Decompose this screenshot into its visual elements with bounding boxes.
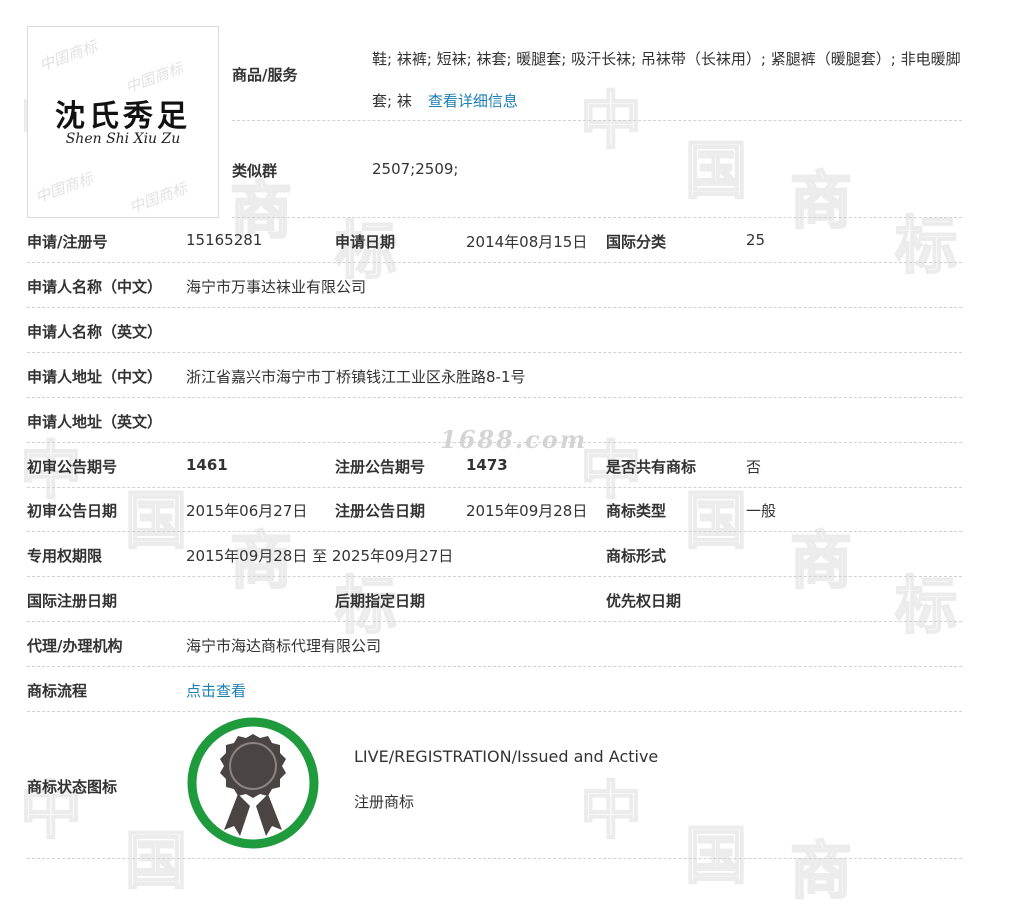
trademark-detail: 中国商标 中国商标 中国商标 中国商标 沈氏秀足 Shen Shi Xiu Zu… bbox=[0, 0, 1016, 880]
status-english: LIVE/REGISTRATION/Issued and Active bbox=[354, 747, 659, 766]
logo-watermark: 中国商标 bbox=[126, 179, 190, 217]
trademark-logo-image: 中国商标 中国商标 中国商标 中国商标 沈氏秀足 Shen Shi Xiu Zu bbox=[27, 26, 219, 218]
goods-label: 商品/服务 bbox=[232, 66, 298, 84]
similar-group-label: 类似群 bbox=[232, 162, 278, 180]
divider bbox=[27, 621, 962, 622]
intl-reg-date-label: 国际注册日期 bbox=[27, 592, 118, 610]
divider bbox=[27, 262, 962, 263]
divider bbox=[27, 531, 962, 532]
agent-value: 海宁市海达商标代理有限公司 bbox=[186, 637, 382, 655]
address-en-label: 申请人地址（英文） bbox=[27, 413, 163, 431]
view-details-link[interactable]: 查看详细信息 bbox=[428, 92, 518, 110]
tm-form-label: 商标形式 bbox=[606, 547, 667, 565]
tm-type-label: 商标类型 bbox=[606, 502, 667, 520]
reg-no-label: 申请/注册号 bbox=[27, 233, 108, 251]
divider bbox=[232, 120, 962, 121]
shared-value: 否 bbox=[746, 458, 762, 476]
prelim-date-value: 2015年06月27日 bbox=[186, 502, 308, 520]
apply-date-label: 申请日期 bbox=[335, 233, 396, 251]
divider bbox=[27, 397, 962, 398]
divider bbox=[27, 666, 962, 667]
applicant-cn-value: 海宁市万事达袜业有限公司 bbox=[186, 278, 367, 296]
address-cn-value: 浙江省嘉兴市海宁市丁桥镇钱江工业区永胜路8-1号 bbox=[186, 368, 526, 386]
logo-watermark: 中国商标 bbox=[32, 169, 96, 207]
priority-date-label: 优先权日期 bbox=[606, 592, 682, 610]
later-designation-label: 后期指定日期 bbox=[335, 592, 426, 610]
status-icon-label: 商标状态图标 bbox=[27, 778, 118, 796]
process-link[interactable]: 点击查看 bbox=[186, 680, 246, 701]
process-label: 商标流程 bbox=[27, 682, 88, 700]
logo-watermark: 中国商标 bbox=[36, 37, 100, 75]
divider bbox=[27, 352, 962, 353]
applicant-en-label: 申请人名称（英文） bbox=[27, 323, 163, 341]
reg-pub-no-value: 1473 bbox=[466, 456, 508, 474]
reg-pub-no-label: 注册公告期号 bbox=[335, 458, 426, 476]
divider bbox=[27, 442, 962, 443]
award-ribbon-icon bbox=[187, 717, 319, 849]
goods-value: 鞋; 袜裤; 短袜; 袜套; 暖腿套; 吸汗长袜; 吊袜带（长袜用）; 紧腿裤（… bbox=[372, 38, 964, 122]
divider bbox=[27, 487, 962, 488]
exclusive-period-value: 2015年09月28日 至 2025年09月27日 bbox=[186, 547, 454, 565]
logo-main-text: 沈氏秀足 bbox=[55, 99, 191, 134]
intl-class-label: 国际分类 bbox=[606, 233, 667, 251]
status-chinese: 注册商标 bbox=[354, 793, 415, 811]
applicant-cn-label: 申请人名称（中文） bbox=[27, 278, 163, 296]
apply-date-value: 2014年08月15日 bbox=[466, 233, 588, 251]
logo-sub-text: Shen Shi Xiu Zu bbox=[65, 131, 181, 147]
prelim-date-label: 初审公告日期 bbox=[27, 502, 118, 520]
intl-class-value: 25 bbox=[746, 231, 766, 249]
tm-type-value: 一般 bbox=[746, 502, 777, 520]
agent-label: 代理/办理机构 bbox=[27, 637, 123, 655]
prelim-no-label: 初审公告期号 bbox=[27, 458, 118, 476]
prelim-no-value: 1461 bbox=[186, 456, 228, 474]
divider bbox=[27, 858, 962, 859]
reg-pub-date-label: 注册公告日期 bbox=[335, 502, 426, 520]
shared-label: 是否共有商标 bbox=[606, 458, 697, 476]
divider bbox=[27, 307, 962, 308]
reg-no-value: 15165281 bbox=[186, 231, 263, 249]
similar-group-value: 2507;2509; bbox=[372, 160, 459, 178]
divider bbox=[27, 711, 962, 712]
reg-pub-date-value: 2015年09月28日 bbox=[466, 502, 588, 520]
divider bbox=[27, 576, 962, 577]
address-cn-label: 申请人地址（中文） bbox=[27, 368, 163, 386]
divider bbox=[232, 217, 962, 218]
exclusive-period-label: 专用权期限 bbox=[27, 547, 103, 565]
